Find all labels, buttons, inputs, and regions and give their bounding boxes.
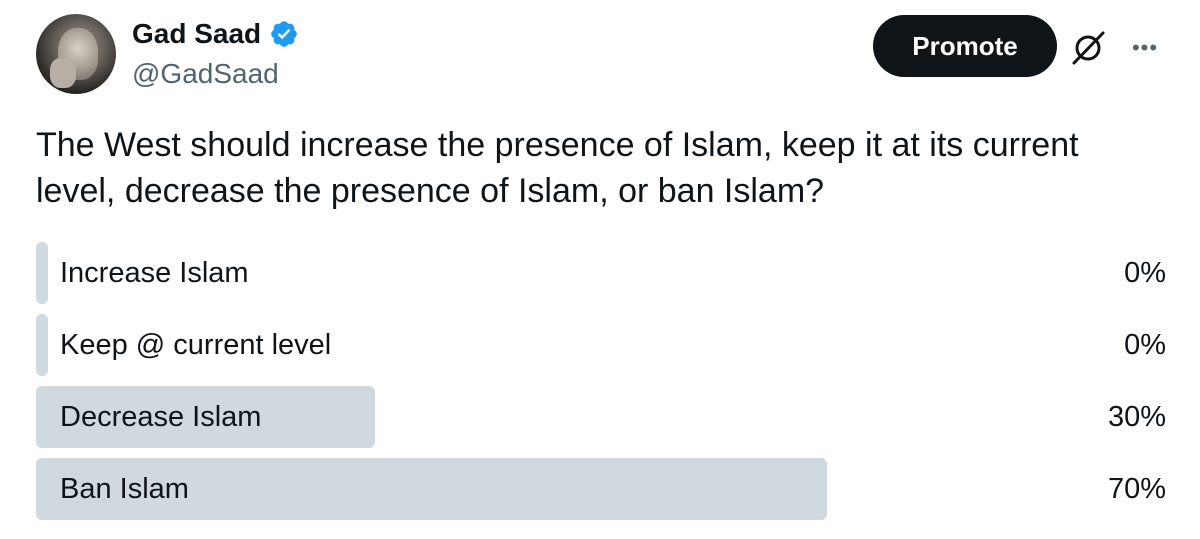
avatar[interactable] bbox=[36, 14, 116, 94]
avatar-hand bbox=[50, 58, 76, 88]
poll-option-percent: 0% bbox=[1124, 329, 1166, 361]
poll-option-decrease[interactable]: Decrease Islam 30% bbox=[36, 386, 1166, 448]
verified-badge-icon bbox=[271, 21, 297, 47]
grok-icon[interactable] bbox=[1068, 28, 1108, 68]
post-text: The West should increase the presence of… bbox=[36, 126, 1079, 210]
poll: Increase Islam 0% Keep @ current level 0… bbox=[36, 242, 1166, 530]
poll-option-ban[interactable]: Ban Islam 70% bbox=[36, 458, 1166, 520]
more-icon[interactable]: ••• bbox=[1127, 30, 1163, 66]
promote-button[interactable]: Promote bbox=[873, 15, 1057, 77]
poll-bar bbox=[36, 242, 48, 304]
poll-option-percent: 0% bbox=[1124, 257, 1166, 289]
author-handle[interactable]: @GadSaad bbox=[132, 56, 279, 92]
poll-option-label: Ban Islam bbox=[60, 473, 189, 505]
poll-option-increase[interactable]: Increase Islam 0% bbox=[36, 242, 1166, 304]
poll-option-percent: 30% bbox=[1107, 401, 1166, 433]
poll-bar bbox=[36, 314, 48, 376]
poll-option-label: Decrease Islam bbox=[60, 401, 262, 433]
poll-option-label: Keep @ current level bbox=[60, 329, 332, 361]
poll-option-label: Increase Islam bbox=[60, 257, 249, 289]
poll-option-percent: 70% bbox=[1107, 473, 1166, 505]
author-name[interactable]: Gad Saad bbox=[132, 16, 261, 52]
author-name-row: Gad Saad bbox=[132, 16, 299, 52]
poll-option-keep[interactable]: Keep @ current level 0% bbox=[36, 314, 1166, 376]
